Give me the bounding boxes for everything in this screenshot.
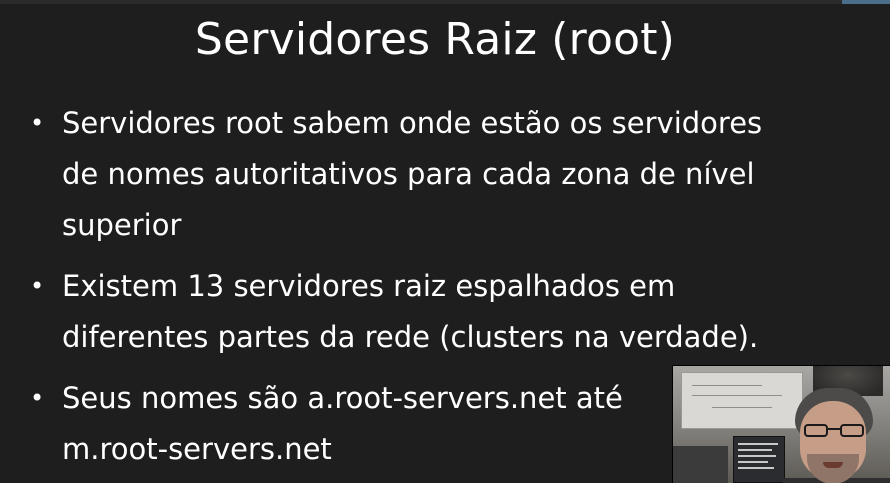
presenter-mouth: [823, 462, 843, 468]
bullet-icon: •: [30, 272, 45, 300]
slide-title: Servidores Raiz (root): [194, 14, 676, 65]
window-top-strip: [0, 0, 890, 4]
bullet-icon: •: [30, 384, 45, 412]
cabinet: [673, 446, 728, 483]
bullet-line: superior: [62, 208, 182, 242]
bullet-line: Servidores root sabem onde estão os serv…: [62, 106, 763, 140]
presenter-webcam-overlay: [672, 365, 890, 483]
bullet-line: Existem 13 servidores raiz espalhados em: [62, 269, 676, 303]
window-accent-bar: [842, 0, 890, 4]
bullet-line: diferentes partes da rede (clusters na v…: [62, 320, 759, 354]
poster: [733, 436, 785, 483]
bullet-item: • Existem 13 servidores raiz espalhados …: [30, 261, 830, 363]
presentation-slide: Servidores Raiz (root) • Servidores root…: [0, 0, 890, 483]
bullet-item: • Servidores root sabem onde estão os se…: [30, 98, 830, 251]
bullet-icon: •: [30, 109, 45, 137]
glasses-icon: [804, 424, 864, 438]
bullet-line: de nomes autoritativos para cada zona de…: [62, 157, 755, 191]
whiteboard: [681, 372, 803, 429]
